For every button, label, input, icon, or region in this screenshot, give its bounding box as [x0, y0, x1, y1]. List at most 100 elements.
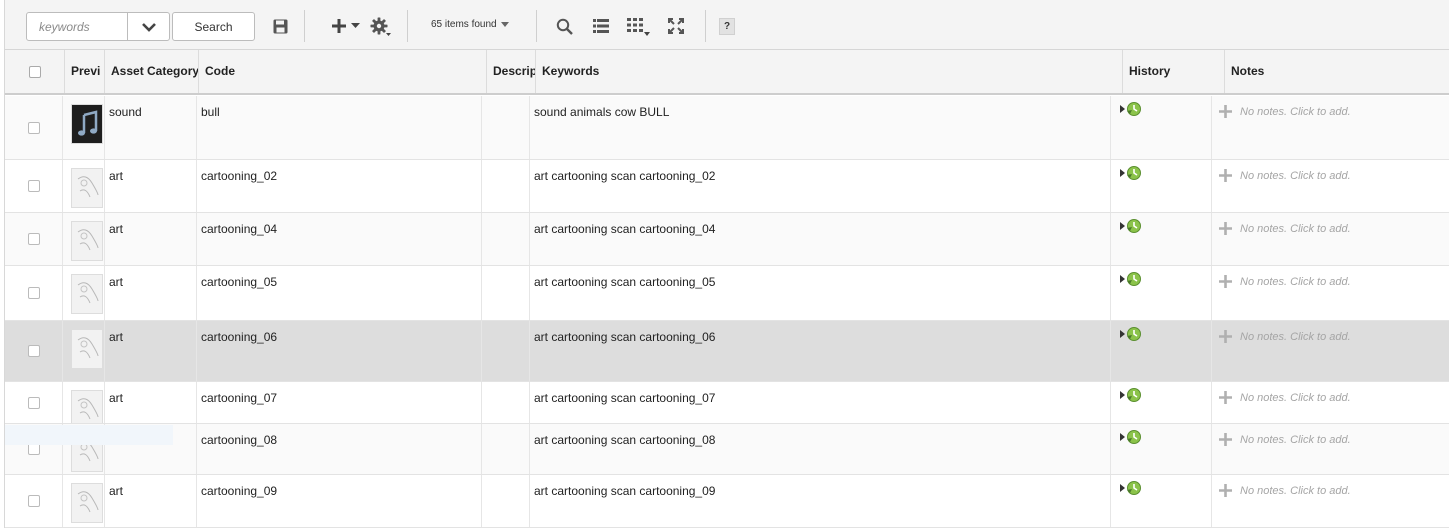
help-button[interactable]: ?: [719, 18, 735, 35]
add-note-link[interactable]: No notes. Click to add.: [1219, 275, 1351, 288]
notes-cell[interactable]: No notes. Click to add.: [1212, 266, 1449, 320]
row-checkbox[interactable]: [27, 287, 40, 299]
preview-cell[interactable]: [63, 213, 105, 265]
preview-cell[interactable]: [63, 321, 105, 381]
preview-cell[interactable]: [63, 475, 105, 527]
table-row[interactable]: art cartooning_02 art cartooning scan cart…: [5, 160, 1449, 213]
notes-cell[interactable]: No notes. Click to add.: [1212, 475, 1449, 527]
row-checkbox[interactable]: [27, 180, 40, 192]
thumbnail-image[interactable]: [71, 483, 103, 523]
add-button[interactable]: [327, 17, 363, 35]
column-view-button[interactable]: [626, 17, 652, 37]
asset-category-cell[interactable]: art: [105, 266, 197, 320]
keywords-input[interactable]: [27, 13, 127, 40]
notes-cell[interactable]: No notes. Click to add.: [1212, 382, 1449, 423]
list-view-button[interactable]: [592, 18, 610, 34]
history-button[interactable]: [1120, 218, 1142, 234]
column-header-notes[interactable]: Notes: [1225, 50, 1449, 93]
preview-cell[interactable]: [63, 266, 105, 320]
column-header-history[interactable]: History: [1123, 50, 1225, 93]
code-cell[interactable]: bull: [197, 96, 482, 159]
column-header-keywords[interactable]: Keywords: [536, 50, 1123, 93]
asset-category-cell[interactable]: art: [105, 475, 197, 527]
asset-category-cell[interactable]: art: [105, 160, 197, 212]
code-cell[interactable]: cartooning_02: [197, 160, 482, 212]
keywords-cell[interactable]: art cartooning scan cartooning_05: [530, 266, 1111, 320]
history-button[interactable]: [1120, 165, 1142, 181]
code-cell[interactable]: cartooning_09: [197, 475, 482, 527]
asset-category-cell[interactable]: art: [105, 321, 197, 381]
notes-cell[interactable]: No notes. Click to add.: [1212, 213, 1449, 265]
thumbnail-image[interactable]: [71, 329, 103, 369]
history-button[interactable]: [1120, 271, 1142, 287]
settings-button[interactable]: [368, 16, 394, 38]
notes-cell[interactable]: No notes. Click to add.: [1212, 424, 1449, 474]
history-button[interactable]: [1120, 101, 1142, 117]
history-button[interactable]: [1120, 387, 1142, 403]
asset-category-cell[interactable]: art: [105, 382, 197, 423]
thumbnail-image[interactable]: [71, 390, 103, 423]
table-row[interactable]: art cartooning_09 art cartooning scan cart…: [5, 475, 1449, 528]
add-note-link[interactable]: No notes. Click to add.: [1219, 433, 1351, 446]
save-button[interactable]: [271, 17, 289, 35]
asset-category-cell[interactable]: art: [105, 213, 197, 265]
description-cell[interactable]: [482, 321, 530, 381]
keywords-cell[interactable]: art cartooning scan cartooning_04: [530, 213, 1111, 265]
history-button[interactable]: [1120, 429, 1142, 445]
notes-cell[interactable]: No notes. Click to add.: [1212, 160, 1449, 212]
column-header-code[interactable]: Code: [199, 50, 487, 93]
description-cell[interactable]: [482, 213, 530, 265]
search-options-dropdown[interactable]: [127, 13, 169, 40]
column-header-preview[interactable]: Previ: [65, 50, 105, 93]
column-header-asset-category[interactable]: Asset Category: [105, 50, 199, 93]
description-cell[interactable]: [482, 160, 530, 212]
add-note-link[interactable]: No notes. Click to add.: [1219, 330, 1351, 343]
add-note-link[interactable]: No notes. Click to add.: [1219, 391, 1351, 404]
add-note-link[interactable]: No notes. Click to add.: [1219, 484, 1351, 497]
code-cell[interactable]: cartooning_08: [197, 424, 482, 474]
code-cell[interactable]: cartooning_07: [197, 382, 482, 423]
table-row[interactable]: art cartooning_05 art cartooning scan cart…: [5, 266, 1449, 321]
preview-cell[interactable]: [63, 96, 105, 159]
notes-cell[interactable]: No notes. Click to add.: [1212, 96, 1449, 159]
history-button[interactable]: [1120, 480, 1142, 496]
keywords-cell[interactable]: sound animals cow BULL: [530, 96, 1111, 159]
asset-category-cell[interactable]: sound: [105, 96, 197, 159]
expand-button[interactable]: [667, 17, 685, 35]
table-row[interactable]: artcartooning_08art cartooning scan cart…: [5, 424, 1449, 475]
add-note-link[interactable]: No notes. Click to add.: [1219, 105, 1351, 118]
code-cell[interactable]: cartooning_04: [197, 213, 482, 265]
keywords-cell[interactable]: art cartooning scan cartooning_09: [530, 475, 1111, 527]
row-checkbox[interactable]: [27, 233, 40, 245]
preview-cell[interactable]: [63, 382, 105, 423]
row-checkbox[interactable]: [27, 345, 40, 357]
keywords-cell[interactable]: art cartooning scan cartooning_02: [530, 160, 1111, 212]
description-cell[interactable]: [482, 382, 530, 423]
description-cell[interactable]: [482, 96, 530, 159]
add-note-link[interactable]: No notes. Click to add.: [1219, 222, 1351, 235]
keywords-cell[interactable]: art cartooning scan cartooning_07: [530, 382, 1111, 423]
column-header-description[interactable]: Description: [487, 50, 536, 93]
row-checkbox[interactable]: [27, 396, 40, 409]
items-found-dropdown[interactable]: 65 items found: [431, 19, 509, 30]
row-checkbox[interactable]: [27, 121, 40, 134]
history-button[interactable]: [1120, 326, 1142, 342]
find-button[interactable]: [555, 17, 573, 35]
thumbnail-image[interactable]: [71, 274, 103, 314]
select-all-checkbox[interactable]: [28, 65, 41, 78]
description-cell[interactable]: [482, 266, 530, 320]
code-cell[interactable]: cartooning_06: [197, 321, 482, 381]
thumbnail-image[interactable]: [71, 221, 103, 261]
keywords-cell[interactable]: art cartooning scan cartooning_06: [530, 321, 1111, 381]
description-cell[interactable]: [482, 424, 530, 474]
thumbnail-image[interactable]: [71, 168, 103, 208]
table-row[interactable]: art cartooning_06 art cartooning scan cart…: [5, 321, 1449, 382]
table-row[interactable]: art cartooning_07 art cartooning scan cart…: [5, 382, 1449, 424]
thumbnail-image[interactable]: [71, 104, 103, 144]
search-button[interactable]: Search: [172, 12, 255, 41]
notes-cell[interactable]: No notes. Click to add.: [1212, 321, 1449, 381]
preview-cell[interactable]: [63, 160, 105, 212]
description-cell[interactable]: [482, 475, 530, 527]
keywords-cell[interactable]: art cartooning scan cartooning_08: [530, 424, 1111, 474]
table-row[interactable]: art cartooning_04 art cartooning scan cart…: [5, 213, 1449, 266]
